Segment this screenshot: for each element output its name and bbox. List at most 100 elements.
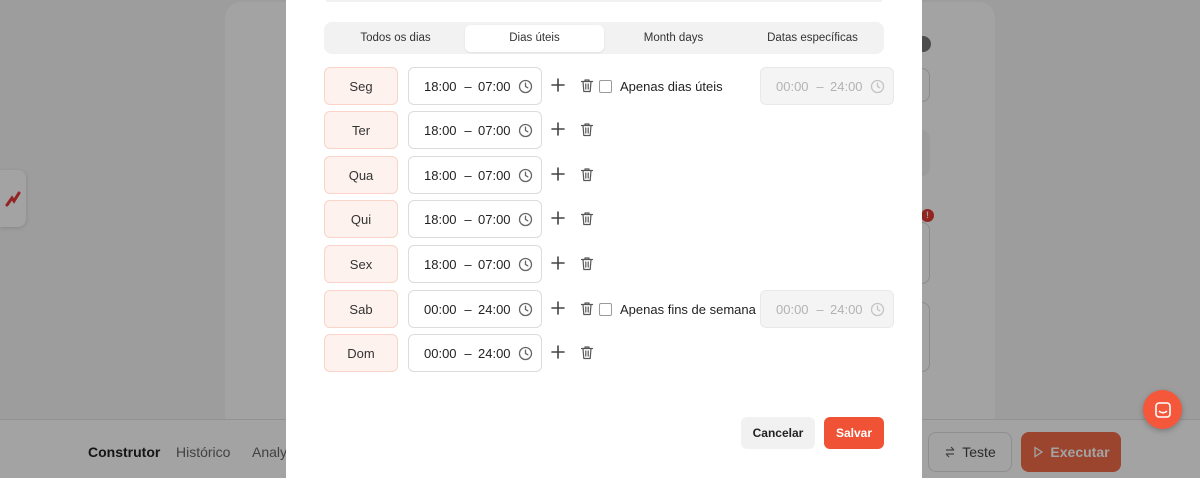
- delete-range-button[interactable]: [580, 345, 594, 365]
- end-time[interactable]: 07:00: [478, 123, 514, 138]
- range-separator: –: [464, 211, 472, 227]
- trash-icon: [580, 123, 594, 137]
- only-checkbox[interactable]: [599, 80, 612, 93]
- day-label[interactable]: Qua: [324, 156, 398, 194]
- disabled-end-time: 24:00: [830, 78, 863, 94]
- trash-icon: [580, 346, 594, 360]
- delete-range-button[interactable]: [580, 122, 594, 142]
- range-separator: –: [464, 301, 472, 317]
- cancel-button[interactable]: Cancelar: [741, 417, 815, 449]
- add-range-button[interactable]: [550, 121, 566, 142]
- disabled-time-range: 00:00–24:00: [760, 290, 894, 328]
- range-separator: –: [816, 301, 824, 317]
- add-range-button[interactable]: [550, 344, 566, 365]
- clock-button[interactable]: [518, 123, 533, 141]
- chat-launcher-button[interactable]: [1143, 390, 1182, 429]
- clock-button[interactable]: [518, 302, 533, 320]
- time-range-input[interactable]: 18:00–07:00: [408, 245, 542, 283]
- end-time[interactable]: 07:00: [478, 257, 514, 272]
- start-time[interactable]: 18:00: [424, 257, 458, 272]
- time-range-input[interactable]: 18:00–07:00: [408, 200, 542, 238]
- clock-button[interactable]: [518, 79, 533, 97]
- end-time[interactable]: 24:00: [478, 302, 514, 317]
- tab-dias-uteis[interactable]: Dias úteis: [465, 24, 604, 52]
- trash-icon: [580, 79, 594, 93]
- clock-icon: [518, 79, 533, 94]
- delete-range-button[interactable]: [580, 256, 594, 276]
- only-option[interactable]: Apenas fins de semana: [599, 302, 756, 317]
- end-time[interactable]: 07:00: [478, 168, 514, 183]
- day-label[interactable]: Sex: [324, 245, 398, 283]
- start-time[interactable]: 18:00: [424, 123, 458, 138]
- start-time[interactable]: 00:00: [424, 302, 458, 317]
- clock-button[interactable]: [518, 212, 533, 230]
- range-separator: –: [464, 167, 472, 183]
- add-range-button[interactable]: [550, 255, 566, 276]
- clock-icon: [870, 302, 885, 317]
- disabled-end-time: 24:00: [830, 301, 863, 317]
- tab-month-days[interactable]: Month days: [604, 25, 743, 52]
- chat-icon: [1154, 401, 1171, 418]
- add-range-button[interactable]: [550, 210, 566, 231]
- end-time[interactable]: 07:00: [478, 79, 514, 94]
- start-time[interactable]: 00:00: [424, 346, 458, 361]
- day-label[interactable]: Seg: [324, 67, 398, 105]
- clock-icon: [518, 168, 533, 183]
- plus-icon: [551, 301, 565, 315]
- only-checkbox[interactable]: [599, 303, 612, 316]
- start-time[interactable]: 18:00: [424, 79, 458, 94]
- range-separator: –: [816, 78, 824, 94]
- trash-icon: [580, 302, 594, 316]
- modal-divider: [326, 0, 882, 2]
- add-range-button[interactable]: [550, 77, 566, 98]
- tab-datas-especificas[interactable]: Datas específicas: [743, 25, 882, 52]
- only-option[interactable]: Apenas dias úteis: [599, 79, 723, 94]
- plus-icon: [551, 122, 565, 136]
- day-label[interactable]: Qui: [324, 200, 398, 238]
- clock-icon: [870, 79, 885, 94]
- plus-icon: [551, 167, 565, 181]
- day-label[interactable]: Sab: [324, 290, 398, 328]
- time-range-input[interactable]: 00:00–24:00: [408, 334, 542, 372]
- trash-icon: [580, 212, 594, 226]
- save-button[interactable]: Salvar: [824, 417, 884, 449]
- plus-icon: [551, 256, 565, 270]
- plus-icon: [551, 345, 565, 359]
- start-time[interactable]: 18:00: [424, 168, 458, 183]
- day-filter-tabs: Todos os dias Dias úteis Month days Data…: [324, 22, 884, 54]
- end-time[interactable]: 07:00: [478, 212, 514, 227]
- disabled-clock-icon: [870, 79, 885, 97]
- only-checkbox-label: Apenas dias úteis: [620, 79, 723, 94]
- time-range-input[interactable]: 18:00–07:00: [408, 111, 542, 149]
- disabled-start-time: 00:00: [776, 301, 809, 317]
- day-label[interactable]: Dom: [324, 334, 398, 372]
- time-range-input[interactable]: 00:00–24:00: [408, 290, 542, 328]
- disabled-start-time: 00:00: [776, 78, 809, 94]
- delete-range-button[interactable]: [580, 167, 594, 187]
- add-range-button[interactable]: [550, 300, 566, 321]
- range-separator: –: [464, 122, 472, 138]
- delete-range-button[interactable]: [580, 211, 594, 231]
- disabled-time-range: 00:00–24:00: [760, 67, 894, 105]
- clock-button[interactable]: [518, 257, 533, 275]
- time-range-input[interactable]: 18:00–07:00: [408, 156, 542, 194]
- range-separator: –: [464, 345, 472, 361]
- clock-icon: [518, 257, 533, 272]
- clock-icon: [518, 212, 533, 227]
- delete-range-button[interactable]: [580, 301, 594, 321]
- day-label[interactable]: Ter: [324, 111, 398, 149]
- clock-icon: [518, 302, 533, 317]
- range-separator: –: [464, 256, 472, 272]
- trash-icon: [580, 257, 594, 271]
- delete-range-button[interactable]: [580, 78, 594, 98]
- disabled-clock-icon: [870, 302, 885, 320]
- start-time[interactable]: 18:00: [424, 212, 458, 227]
- clock-button[interactable]: [518, 168, 533, 186]
- plus-icon: [551, 78, 565, 92]
- end-time[interactable]: 24:00: [478, 346, 514, 361]
- plus-icon: [551, 211, 565, 225]
- add-range-button[interactable]: [550, 166, 566, 187]
- clock-button[interactable]: [518, 346, 533, 364]
- tab-todos-os-dias[interactable]: Todos os dias: [326, 25, 465, 52]
- time-range-input[interactable]: 18:00–07:00: [408, 67, 542, 105]
